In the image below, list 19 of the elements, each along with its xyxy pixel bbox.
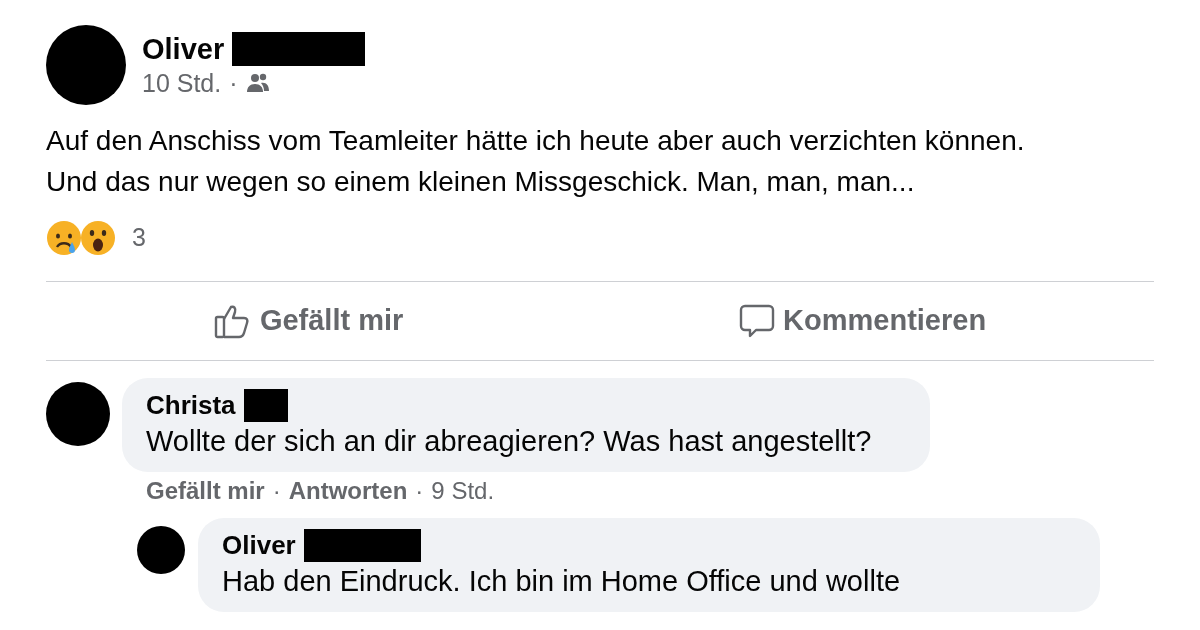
comment-action-link[interactable]: Gefällt mir	[146, 476, 265, 506]
separator-dot: ·	[415, 476, 424, 506]
avatar[interactable]	[137, 526, 185, 574]
comment-text: Wollte der sich an dir abreagieren? Was hast angestellt?	[146, 424, 873, 459]
author-name[interactable]: Oliver	[142, 31, 225, 67]
comment-button[interactable]: Kommentieren	[731, 295, 995, 347]
separator-dot: ·	[272, 476, 281, 506]
like-button[interactable]: Gefällt mir	[205, 295, 412, 347]
reaction-count[interactable]: 3	[132, 219, 146, 257]
author-name[interactable]: Oliver	[222, 528, 296, 562]
separator-dot: ·	[229, 68, 238, 99]
speech-bubble-icon	[739, 303, 776, 339]
post-time[interactable]: 10 Std.	[142, 67, 222, 99]
comment-action-link[interactable]: Antworten	[288, 476, 408, 506]
post-text: Und das nur wegen so einem kleinen Missgeschick. Man, man, man...	[46, 165, 916, 199]
post-text: Auf den Anschiss vom Teamleiter hätte ich heute aber auch verzichten können.	[46, 124, 1026, 158]
author-name[interactable]: Christa	[146, 388, 236, 422]
comment-time[interactable]: 9 Std.	[431, 476, 495, 506]
comment-text: Hab den Eindruck. Ich bin im Home Office und wollte	[222, 564, 902, 599]
